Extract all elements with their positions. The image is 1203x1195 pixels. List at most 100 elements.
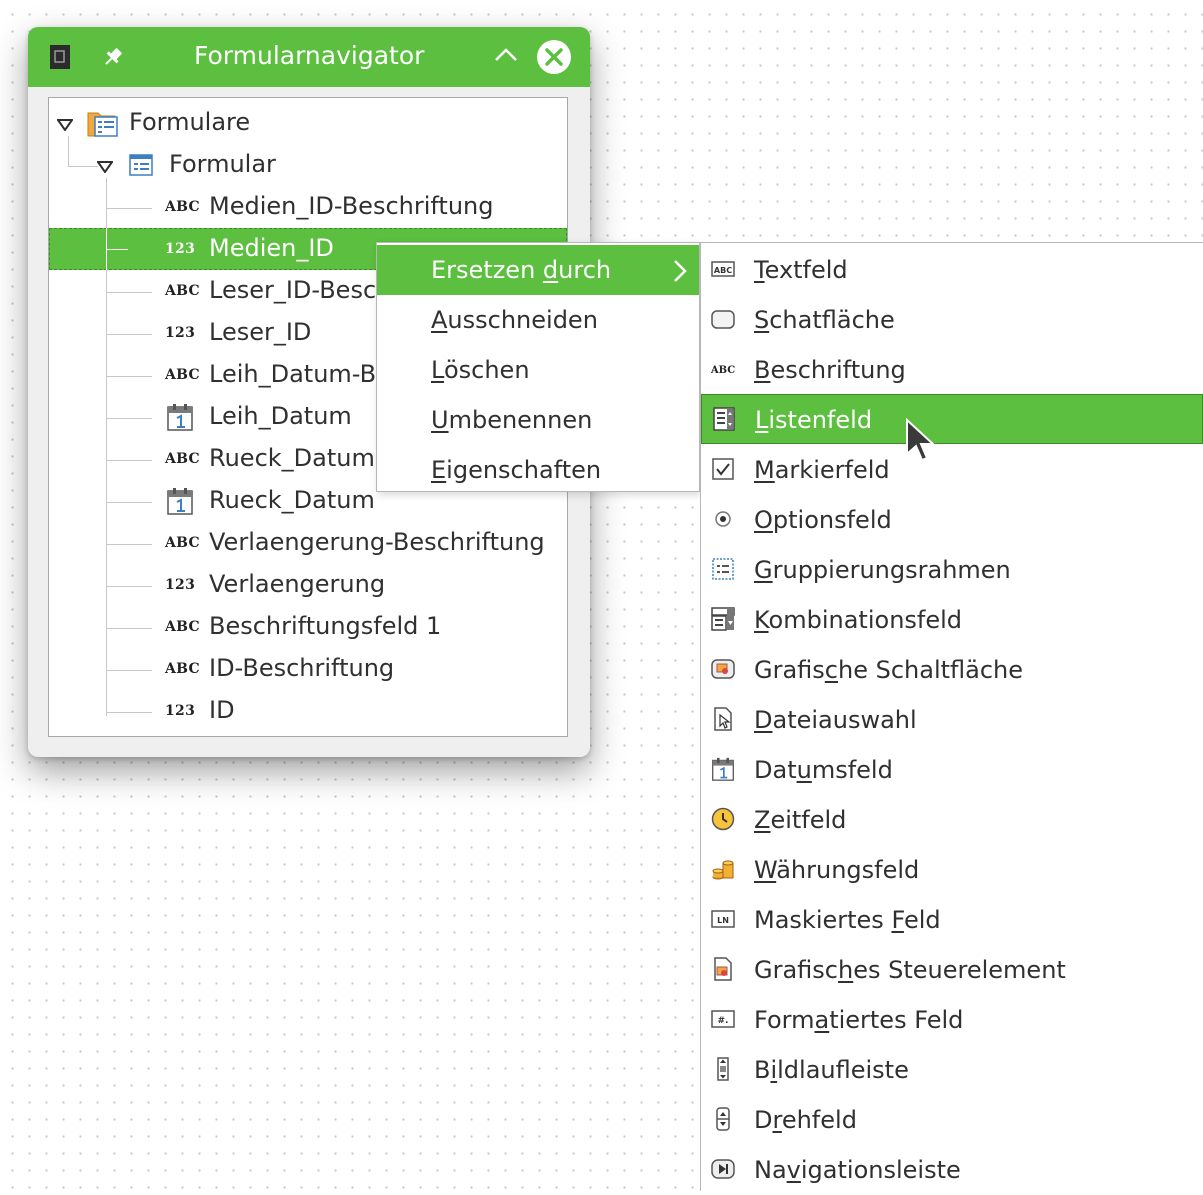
submenu-item-label: Drehfeld	[754, 1106, 857, 1134]
tree-item-label: Medien_ID	[209, 234, 334, 262]
calendar-icon	[167, 403, 193, 435]
calendar-icon	[167, 487, 193, 519]
tree-item-label: Formular	[169, 150, 276, 178]
menu-item-rename[interactable]: Umbenennen	[377, 395, 699, 445]
menu-item-properties[interactable]: Eigenschaften	[377, 445, 699, 495]
close-icon[interactable]	[536, 39, 572, 79]
label-type-badge: ABC	[165, 283, 200, 299]
submenu-item-label: Navigationsleiste	[754, 1156, 961, 1184]
submenu-item-label: Grafische Schaltfläche	[754, 656, 1024, 684]
submenu-item-grafische-schaltflaeche[interactable]: Grafische Schaltfläche	[701, 645, 1203, 695]
submenu-item-zeitfeld[interactable]: Zeitfeld	[701, 795, 1203, 845]
submenu-item-label: Währungsfeld	[754, 856, 920, 884]
tree-item-label: Medien_ID-Beschriftung	[209, 192, 494, 220]
tree-item-formular[interactable]: Formular	[49, 144, 567, 186]
submenu-item-label: Kombinationsfeld	[754, 606, 963, 634]
submenu-item-label: Grafisches Steuerelement	[754, 956, 1066, 984]
svg-text:LN: LN	[717, 916, 729, 925]
submenu-item-label: Schatfläche	[754, 306, 895, 334]
submenu-item-label: Dateiauswahl	[754, 706, 917, 734]
submenu-item-gruppierungsrahmen[interactable]: Gruppierungsrahmen	[701, 545, 1203, 595]
forms-folder-icon	[87, 110, 119, 142]
submenu-item-formatiertes-feld[interactable]: #. Formatiertes Feld	[701, 995, 1203, 1045]
tree-item-label: Leser_ID	[209, 318, 312, 346]
submenu-item-optionsfeld[interactable]: Optionsfeld	[701, 495, 1203, 545]
tree-item-control[interactable]: ABC Medien_ID-Beschriftung	[49, 186, 567, 228]
label-icon: ABC	[711, 357, 735, 381]
tree-item-label: Verlaengerung	[209, 570, 386, 598]
calendar-icon	[711, 757, 735, 781]
submenu-item-label: Textfeld	[754, 256, 848, 284]
tree-item-label: Formulare	[129, 108, 251, 136]
submenu-item-label: Gruppierungsrahmen	[754, 556, 1011, 584]
submenu-item-grafisches-steuerelement[interactable]: Grafisches Steuerelement	[701, 945, 1203, 995]
collapse-icon[interactable]	[494, 47, 518, 67]
submenu-item-label: Datumsfeld	[754, 756, 893, 784]
numeric-type-badge: 123	[165, 577, 196, 593]
submenu-item-navigationsleiste[interactable]: Navigationsleiste	[701, 1145, 1203, 1195]
tree-item-label: Leser_ID-Besc	[209, 276, 377, 304]
mouse-cursor-icon	[905, 417, 936, 468]
window-menu-icon[interactable]	[50, 45, 70, 73]
menu-item-label: Eigenschaften	[431, 456, 602, 484]
submenu-item-label: Listenfeld	[755, 406, 873, 434]
currency-icon	[711, 857, 735, 881]
combobox-icon	[711, 607, 735, 631]
tree-item-label: ID	[209, 696, 235, 724]
expand-arrow-icon[interactable]	[96, 158, 114, 177]
listbox-icon	[712, 407, 736, 431]
svg-text:ABC: ABC	[714, 266, 732, 275]
submenu-item-beschriftung[interactable]: ABC Beschriftung	[701, 345, 1203, 395]
svg-text:ABC: ABC	[711, 365, 735, 376]
group-box-icon	[711, 557, 735, 581]
textbox-icon: ABC	[711, 257, 735, 281]
tree-item-label: Leih_Datum-B	[209, 360, 377, 388]
push-button-icon	[711, 307, 735, 331]
spin-button-icon	[711, 1107, 735, 1131]
tree-item-label: Verlaengerung-Beschriftung	[209, 528, 545, 556]
clock-icon	[711, 807, 735, 831]
title-bar[interactable]: Formularnavigator	[28, 27, 590, 87]
pattern-field-icon: LN	[711, 907, 735, 931]
context-menu: Ersetzen durch Ausschneiden Löschen Umbe…	[376, 242, 700, 492]
label-type-badge: ABC	[165, 451, 200, 467]
submenu-item-dateiauswahl[interactable]: Dateiauswahl	[701, 695, 1203, 745]
submenu-item-label: Beschriftung	[754, 356, 906, 384]
tree-item-control[interactable]: ABC Beschriftungsfeld 1	[49, 606, 567, 648]
formatted-field-icon: #.	[711, 1007, 735, 1031]
submenu-item-waehrungsfeld[interactable]: Währungsfeld	[701, 845, 1203, 895]
numeric-type-badge: 123	[165, 325, 196, 341]
navigation-bar-icon	[711, 1157, 735, 1181]
submenu-item-label: Maskiertes Feld	[754, 906, 941, 934]
expand-arrow-icon[interactable]	[56, 116, 74, 135]
label-type-badge: ABC	[165, 619, 200, 635]
label-type-badge: ABC	[165, 661, 200, 677]
submenu-item-label: Optionsfeld	[754, 506, 892, 534]
label-type-badge: ABC	[165, 535, 200, 551]
submenu-item-maskiertes-feld[interactable]: LN Maskiertes Feld	[701, 895, 1203, 945]
tree-item-control[interactable]: 123 Verlaengerung	[49, 564, 567, 606]
menu-item-label: Ersetzen durch	[431, 256, 612, 284]
label-type-badge: ABC	[165, 367, 200, 383]
menu-item-delete[interactable]: Löschen	[377, 345, 699, 395]
tree-item-formulare[interactable]: Formulare	[49, 102, 567, 144]
image-control-icon	[711, 957, 735, 981]
tree-item-control[interactable]: ABC ID-Beschriftung	[49, 648, 567, 690]
submenu-item-textfeld[interactable]: ABC Textfeld	[701, 245, 1203, 295]
menu-item-label: Löschen	[431, 356, 530, 384]
file-selection-icon	[711, 707, 735, 731]
tree-item-control[interactable]: ABC Verlaengerung-Beschriftung	[49, 522, 567, 564]
tree-item-label: Rueck_Datum	[209, 486, 375, 514]
submenu-item-bildlaufleiste[interactable]: Bildlaufleiste	[701, 1045, 1203, 1095]
menu-item-cut[interactable]: Ausschneiden	[377, 295, 699, 345]
submenu-item-markierfeld[interactable]: Markierfeld	[701, 445, 1203, 495]
menu-item-replace-with[interactable]: Ersetzen durch	[377, 245, 699, 295]
submenu-item-drehfeld[interactable]: Drehfeld	[701, 1095, 1203, 1145]
pin-icon[interactable]	[102, 46, 124, 72]
submenu-item-label: Formatiertes Feld	[754, 1006, 964, 1034]
submenu-item-listenfeld[interactable]: Listenfeld	[701, 394, 1203, 444]
submenu-item-kombinationsfeld[interactable]: Kombinationsfeld	[701, 595, 1203, 645]
submenu-item-schatflaeche[interactable]: Schatfläche	[701, 295, 1203, 345]
tree-item-control[interactable]: 123 ID	[49, 690, 567, 732]
submenu-item-datumsfeld[interactable]: Datumsfeld	[701, 745, 1203, 795]
